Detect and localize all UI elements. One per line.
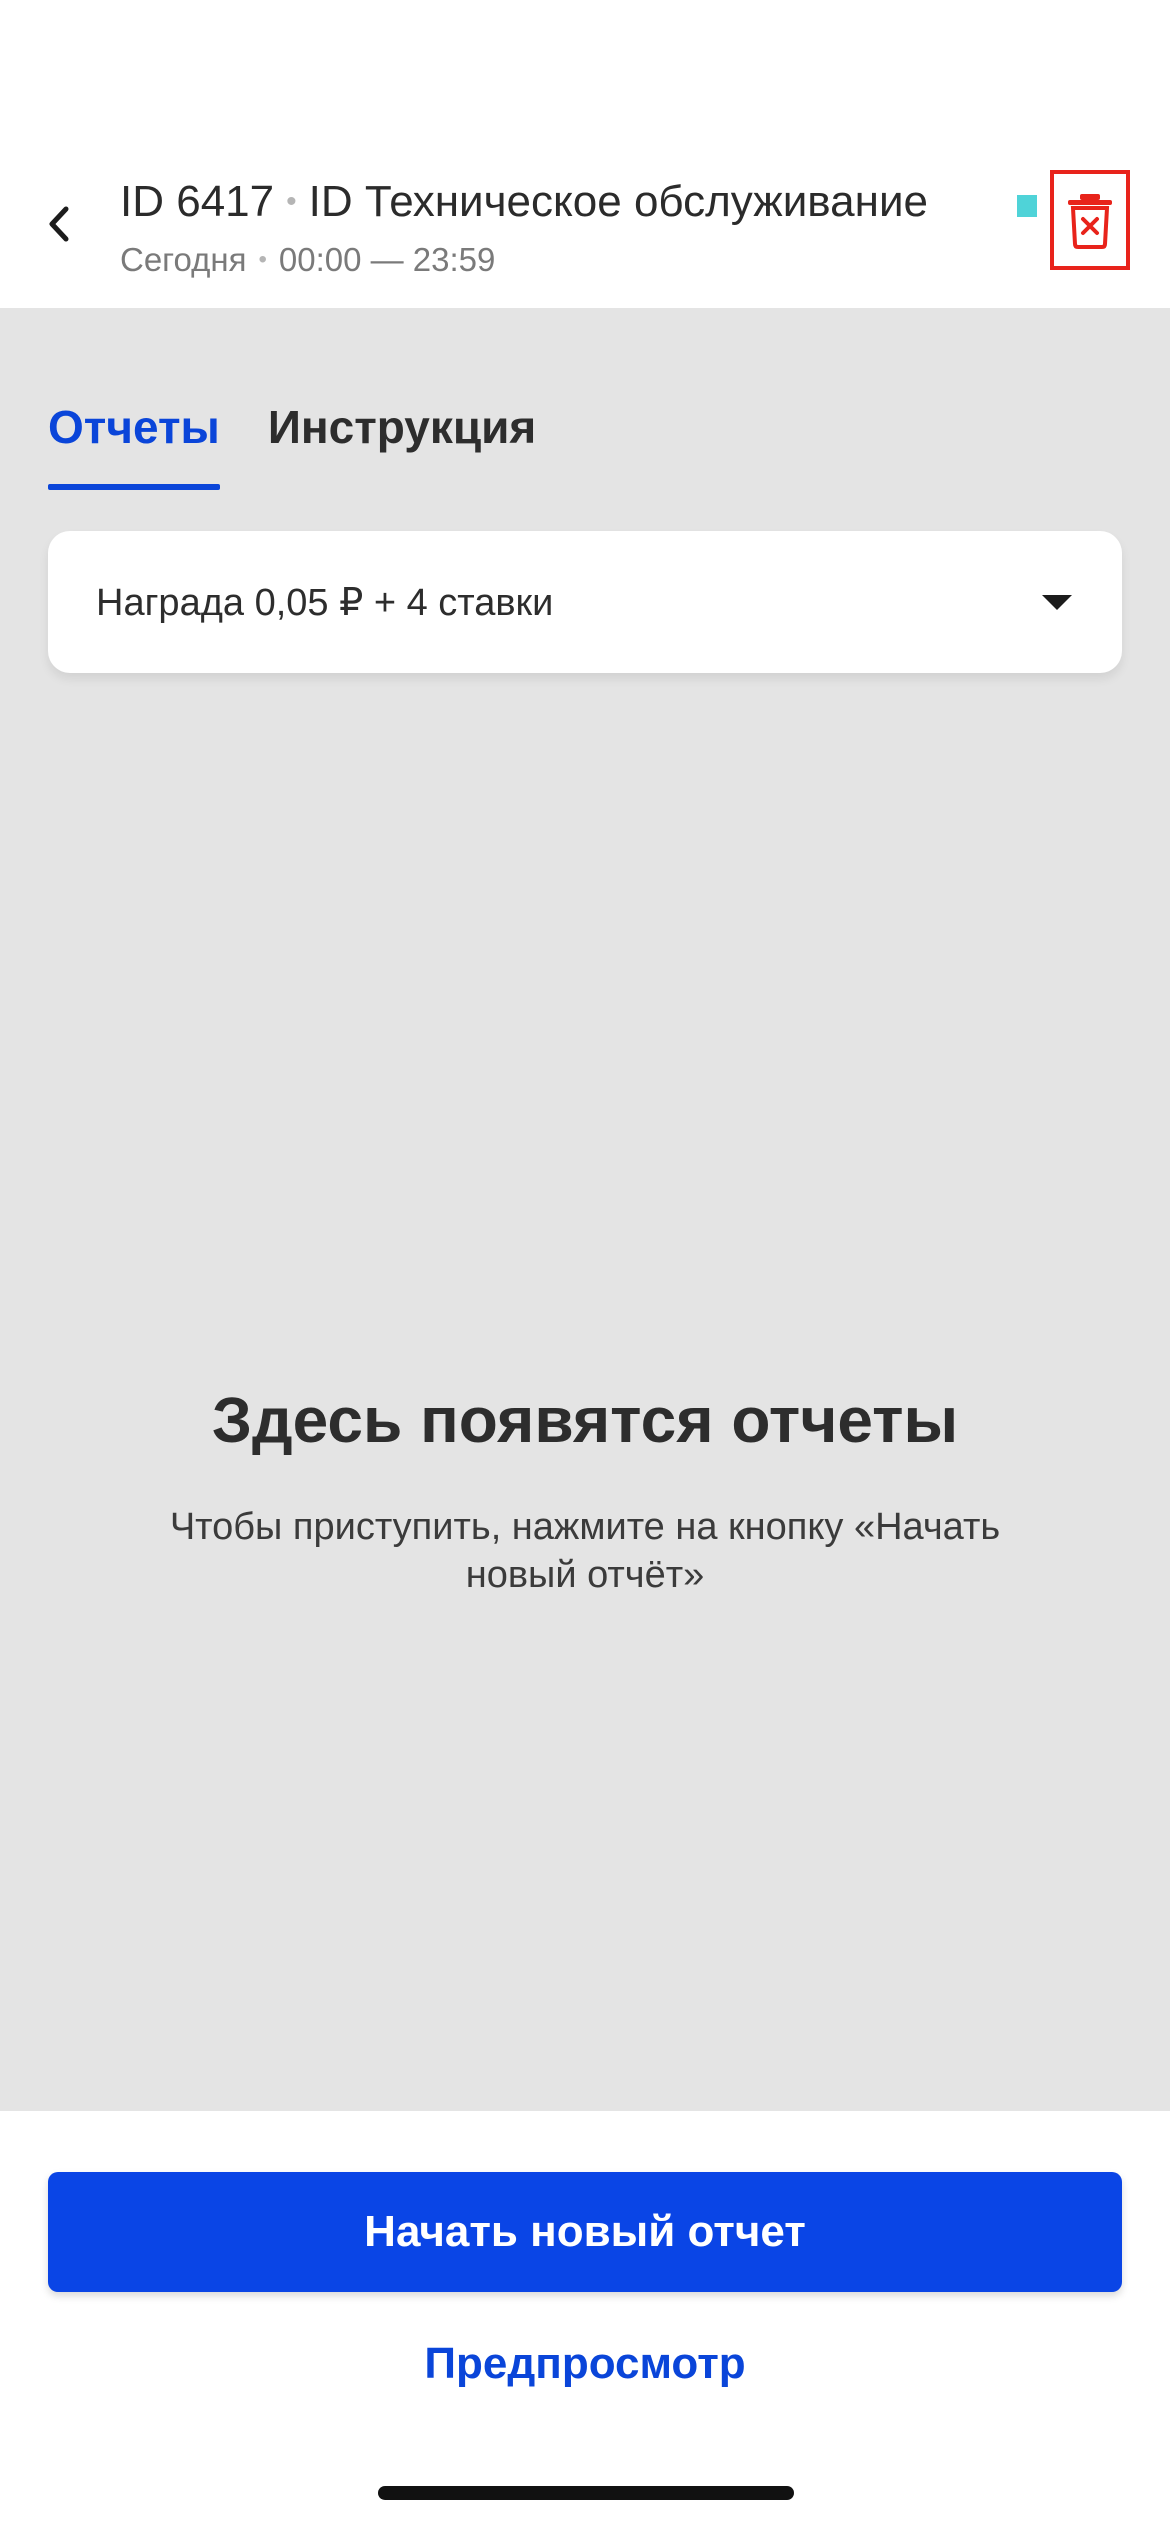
status-indicator	[1017, 195, 1037, 217]
title-separator: •	[286, 185, 297, 218]
chevron-left-icon	[49, 206, 69, 242]
caret-down-icon	[1042, 595, 1072, 610]
task-time-range: 00:00 — 23:59	[278, 241, 496, 278]
reward-label: Награда 0,05 ₽ + 4 ставки	[96, 581, 554, 624]
task-schedule: Сегодня • 00:00 — 23:59	[120, 240, 495, 280]
bottom-actions: Начать новый отчет Предпросмотр	[0, 2111, 1170, 2532]
home-indicator	[378, 2486, 794, 2500]
task-id: ID 6417	[120, 177, 275, 226]
preview-button[interactable]: Предпросмотр	[0, 2339, 1170, 2409]
tab-reports[interactable]: Отчеты	[48, 388, 220, 490]
reward-dropdown[interactable]: Награда 0,05 ₽ + 4 ставки	[48, 531, 1122, 673]
task-date: Сегодня	[120, 241, 247, 278]
task-title-line: ID 6417 • ID Техническое обслуживание	[120, 172, 928, 232]
start-new-report-button[interactable]: Начать новый отчет	[48, 2172, 1122, 2292]
back-button[interactable]	[30, 190, 86, 258]
header: ID 6417 • ID Техническое обслуживание Се…	[0, 0, 1170, 308]
content-area: Отчеты Инструкция Награда 0,05 ₽ + 4 ста…	[0, 308, 1170, 2111]
empty-state-title: Здесь появятся отчеты	[211, 1384, 959, 1456]
trash-x-icon	[1068, 194, 1112, 249]
screen: ID 6417 • ID Техническое обслуживание Се…	[0, 0, 1170, 2532]
subtitle-separator: •	[258, 246, 267, 273]
empty-state-description: Чтобы приступить, нажмите на кнопку «Нач…	[169, 1506, 1001, 1596]
task-title: ID Техническое обслуживание	[308, 177, 928, 226]
tab-instruction[interactable]: Инструкция	[268, 388, 536, 478]
delete-button[interactable]	[1050, 170, 1130, 270]
tab-bar: Отчеты Инструкция	[48, 388, 536, 490]
